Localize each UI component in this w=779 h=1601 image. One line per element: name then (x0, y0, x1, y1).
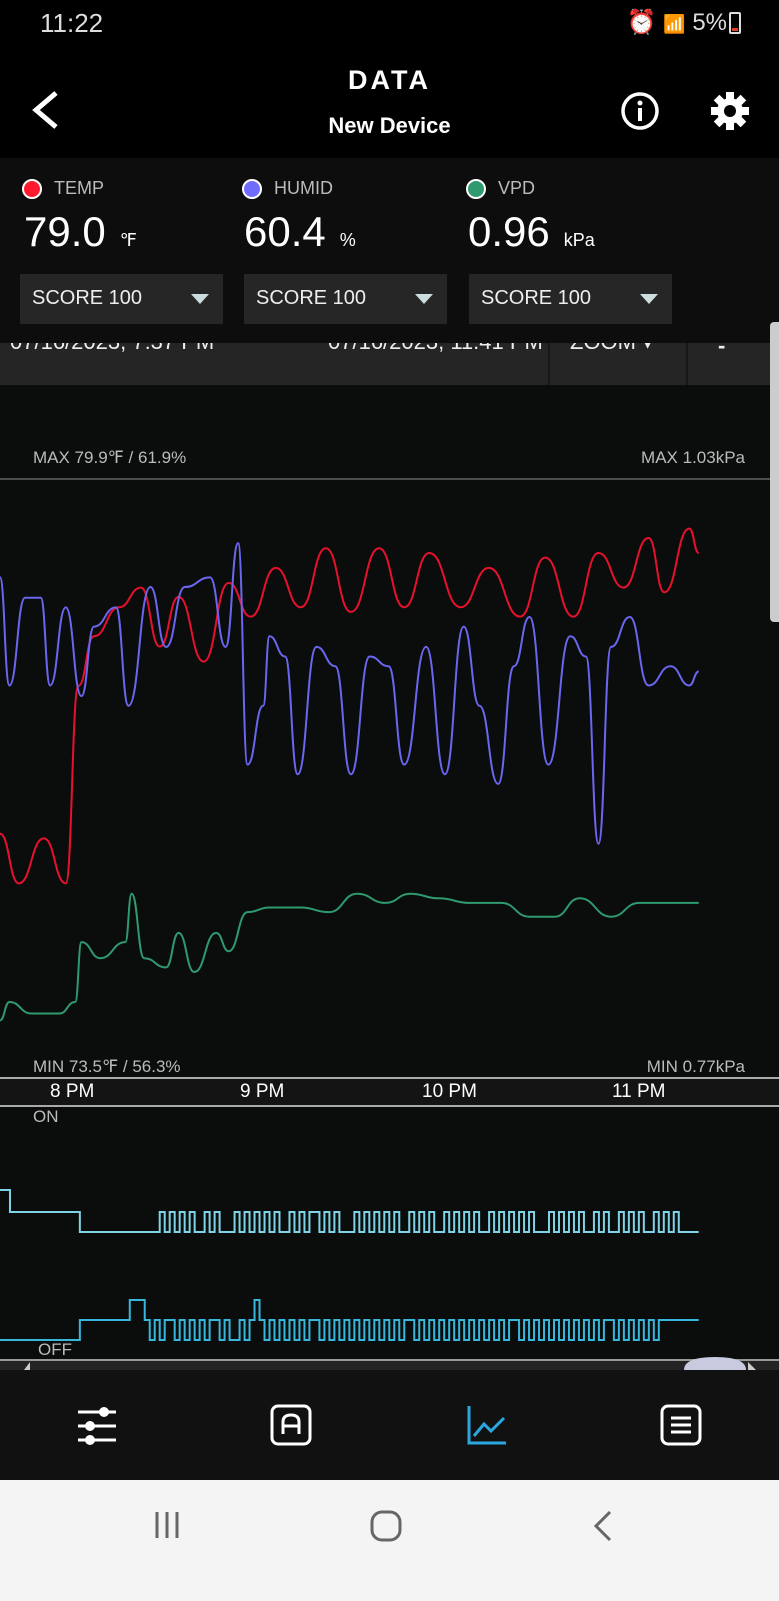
series-line-temp (0, 527, 700, 885)
recents-icon (155, 1512, 179, 1538)
off-label: OFF (38, 1340, 72, 1359)
home-icon (370, 1510, 402, 1542)
dropdown-arrow-icon (640, 294, 658, 304)
select-value: SCORE 100 (32, 287, 143, 309)
settings-button[interactable] (710, 91, 750, 136)
scrollbar[interactable] (770, 322, 779, 622)
temp-unit: ℉ (119, 230, 137, 250)
nav-controls[interactable] (76, 1406, 118, 1451)
vpd-unit: kPa (563, 230, 595, 250)
range-slider-track (0, 1360, 779, 1370)
page-title: DATA (348, 65, 431, 95)
end-date[interactable]: 07/16/2023, 11:41 PM (328, 343, 543, 355)
battery-icon (729, 12, 741, 34)
min-right-label: MIN 0.77kPa (646, 1057, 745, 1076)
system-back-button[interactable] (592, 1510, 614, 1547)
clock: 11:22 (40, 8, 104, 38)
x-tick: 10 PM (422, 1081, 477, 1102)
select-value: SCORE 100 (256, 287, 367, 309)
start-date[interactable]: 07/16/2023, 7:37 PM (10, 343, 214, 355)
nav-chart[interactable] (466, 1404, 508, 1451)
chart-area[interactable]: MAX 79.9℉ / 61.9% MAX 1.03kPa MIN 73.5℉ … (0, 385, 779, 1370)
max-left-label: MAX 79.9℉ / 61.9% (33, 448, 187, 467)
x-tick: 11 PM (612, 1081, 666, 1102)
gear-icon (711, 92, 749, 130)
vpd-score-select[interactable]: SCORE 100 (469, 274, 672, 324)
humid-unit: % (339, 230, 356, 250)
vpd-label: VPD (498, 178, 536, 198)
max-right-label: MAX 1.03kPa (641, 448, 745, 467)
x-tick: 9 PM (240, 1081, 285, 1102)
vpd-reading: VPD 0.96 kPa (466, 178, 595, 255)
readings-panel: TEMP 79.0 ℉ HUMID 60.4% VPD 0.96 kPa SCORE… (0, 158, 779, 343)
temp-label: TEMP (54, 178, 105, 198)
temp-score-select[interactable]: SCORE 100 (20, 274, 223, 324)
device-name: New Device (328, 113, 451, 138)
home-button[interactable] (370, 1510, 402, 1547)
dropdown-arrow-icon (415, 294, 433, 304)
bottom-nav (0, 1370, 779, 1480)
auto-mode-icon (270, 1404, 312, 1446)
series-line-vpd (0, 892, 699, 1022)
switch-state-line-2 (0, 1299, 699, 1341)
humid-label: HUMID (274, 178, 333, 198)
date-range-bar: 07/16/2023, 7:37 PM 07/16/2023, 11:41 PM… (0, 343, 779, 385)
recents-button[interactable] (152, 1510, 182, 1545)
divider (686, 343, 688, 385)
status-icons: ⏰ 📶 5% (627, 8, 727, 37)
chart-svg[interactable] (0, 385, 779, 1370)
min-left-label: MIN 73.5℉ / 56.3% (33, 1057, 181, 1076)
temp-reading: TEMP 79.0 ℉ (22, 178, 137, 255)
divider (548, 343, 550, 385)
battery-percent: 5% (692, 9, 727, 36)
header: DATA New Device (0, 45, 779, 158)
nav-auto[interactable] (270, 1404, 312, 1451)
temp-value: 79.0 (24, 208, 106, 255)
info-button[interactable] (620, 91, 660, 136)
x-tick: 8 PM (50, 1081, 95, 1102)
list-icon (660, 1404, 702, 1446)
humid-reading: HUMID 60.4% (242, 178, 356, 255)
dropdown-arrow-icon (191, 294, 209, 304)
wifi-icon: 📶 (663, 14, 686, 34)
vpd-legend-dot (466, 178, 486, 199)
humid-score-select[interactable]: SCORE 100 (244, 274, 447, 324)
nav-log[interactable] (660, 1404, 702, 1451)
alarm-icon: ⏰ (626, 9, 657, 36)
temp-legend-dot (22, 178, 42, 199)
sliders-icon (78, 1407, 116, 1445)
humid-legend-dot (242, 178, 262, 199)
system-nav-bar (0, 1480, 779, 1601)
select-value: SCORE 100 (481, 287, 592, 309)
back-icon (593, 1510, 612, 1542)
vpd-value: 0.96 (468, 208, 550, 255)
chart-icon (467, 1406, 506, 1445)
series-line-humid (0, 542, 700, 845)
on-label: ON (33, 1107, 59, 1126)
humid-value: 60.4 (244, 208, 326, 255)
zoom-select[interactable]: ZOOM ▾ (570, 343, 653, 355)
status-bar: 11:22 ⏰ 📶 5% (0, 0, 779, 45)
minus-button[interactable]: - (718, 343, 725, 359)
range-slider-handle (684, 1357, 746, 1370)
info-icon (621, 92, 659, 130)
switch-state-line-1 (0, 1189, 699, 1233)
